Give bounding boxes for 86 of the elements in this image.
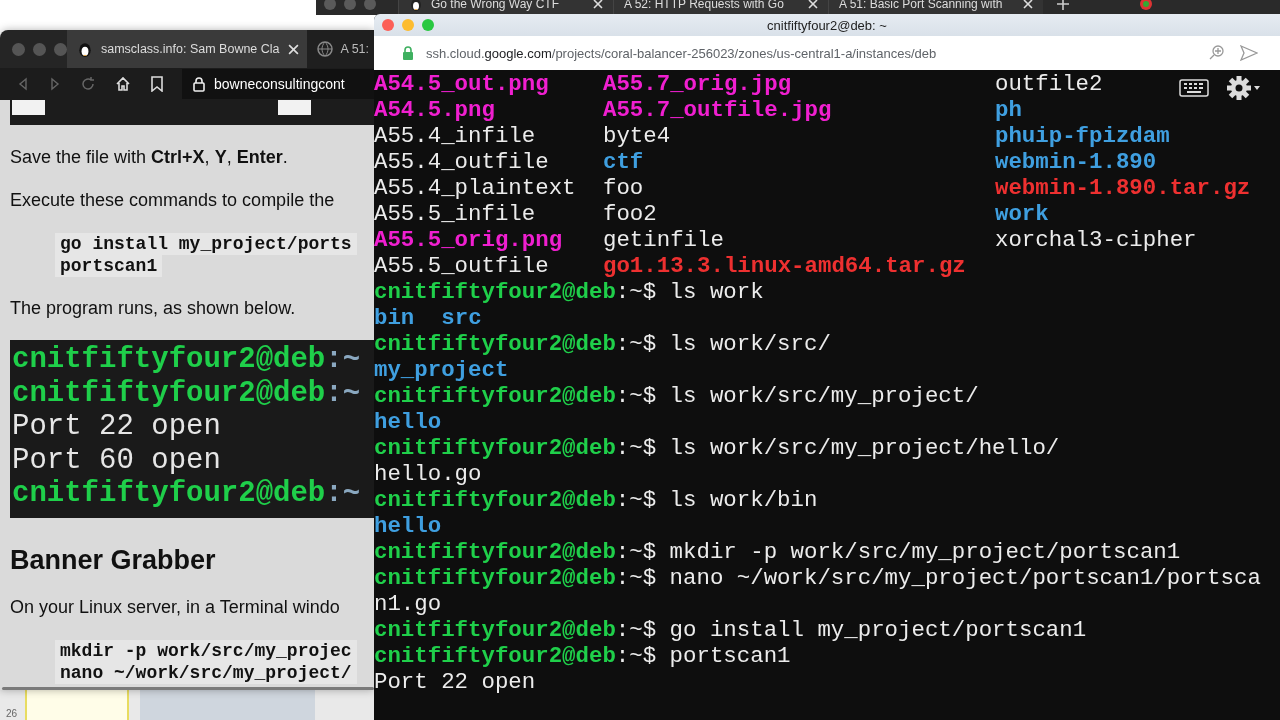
file-name: outfile2 bbox=[995, 71, 1103, 97]
command-line: cnitfiftyfour2@deb:~$ ls work/src/my_project/ bbox=[374, 383, 980, 409]
window-control[interactable] bbox=[364, 0, 376, 10]
close-icon[interactable] bbox=[593, 0, 603, 9]
output-text: hello bbox=[374, 409, 442, 435]
address-bar[interactable]: bowneconsultingcont bbox=[182, 69, 374, 99]
output-text: my_project bbox=[374, 357, 509, 383]
file-name: A55.7_outfile.jpg bbox=[603, 97, 832, 123]
tab-title: A 52: HTTP Requests with Go bbox=[624, 0, 785, 11]
file-name: go1.13.3.linux-amd64.tar.gz bbox=[603, 253, 966, 279]
file-name: A55.5_outfile bbox=[374, 253, 549, 279]
output-text: Port 22 open bbox=[374, 669, 536, 695]
file-name: A55.5_orig.png bbox=[374, 227, 563, 253]
browser-tab[interactable]: samsclass.info: Sam Bowne Cla bbox=[67, 30, 307, 68]
close-icon[interactable] bbox=[287, 43, 299, 55]
back-icon[interactable] bbox=[16, 77, 30, 91]
reload-icon[interactable] bbox=[80, 76, 96, 92]
output-text: hello.go bbox=[374, 461, 482, 487]
file-name: xorchal3-cipher bbox=[995, 227, 1197, 253]
file-name: A55.4_plaintext bbox=[374, 175, 576, 201]
close-icon[interactable] bbox=[808, 0, 818, 9]
command-line: cnitfiftyfour2@deb:~$ ls work bbox=[374, 279, 765, 305]
output-text: src bbox=[441, 305, 482, 331]
bookmark-icon[interactable] bbox=[150, 76, 164, 92]
lock-icon bbox=[192, 76, 206, 92]
command-line: cnitfiftyfour2@deb:~$ mkdir -p work/src/my_project/portscan1 bbox=[374, 539, 1182, 565]
file-name: foo bbox=[603, 175, 644, 201]
tab-title: A 51: Basic Port Scanning with bbox=[839, 0, 1004, 11]
close-button[interactable] bbox=[382, 19, 394, 31]
window-control[interactable] bbox=[54, 42, 67, 56]
page-number: 26 bbox=[6, 708, 18, 719]
output-text: hello bbox=[374, 513, 442, 539]
penguin-icon bbox=[409, 0, 423, 11]
lock-icon bbox=[402, 46, 414, 60]
file-name: A55.4_outfile bbox=[374, 149, 549, 175]
command-line: cnitfiftyfour2@deb:~$ ls work/src/ bbox=[374, 331, 832, 357]
home-icon[interactable] bbox=[114, 75, 132, 93]
window-control[interactable] bbox=[12, 42, 25, 56]
penguin-icon bbox=[77, 41, 93, 57]
prompt-line: cnitfiftyfour2@deb:~ bbox=[12, 343, 362, 377]
file-name: phuip-fpizdam bbox=[995, 123, 1170, 149]
file-name: A55.4_infile bbox=[374, 123, 536, 149]
window-control[interactable] bbox=[324, 0, 336, 10]
file-name: ctf bbox=[603, 149, 644, 175]
tab-title: Go the Wrong Way CTF bbox=[431, 0, 561, 11]
paragraph: The program runs, as shown below. bbox=[10, 297, 297, 320]
zoom-icon[interactable] bbox=[1208, 44, 1226, 62]
prompt-line: cnitfiftyfour2@deb:~ bbox=[12, 477, 362, 511]
close-icon[interactable] bbox=[1023, 0, 1033, 9]
command-line: cnitfiftyfour2@deb:~$ portscan1 bbox=[374, 643, 792, 669]
browser-tab[interactable]: A 51: bbox=[306, 30, 374, 68]
zoom-button[interactable] bbox=[422, 19, 434, 31]
file-name: A54.5_out.png bbox=[374, 71, 549, 97]
file-name: getinfile bbox=[603, 227, 724, 253]
file-name: foo2 bbox=[603, 201, 657, 227]
section-heading: Banner Grabber bbox=[10, 544, 217, 576]
file-name: work bbox=[995, 201, 1049, 227]
window-control[interactable] bbox=[33, 42, 46, 56]
globe-icon bbox=[316, 41, 333, 57]
output-text: bin bbox=[374, 305, 415, 331]
output-line: Port 22 open bbox=[12, 410, 222, 444]
window-title: cnitfiftyfour2@deb: ~ bbox=[767, 17, 887, 33]
scrollbar[interactable] bbox=[2, 687, 374, 690]
window-control[interactable] bbox=[344, 0, 356, 10]
file-name: A55.5_infile bbox=[374, 201, 536, 227]
new-tab-icon[interactable] bbox=[1057, 0, 1069, 10]
paragraph: Execute these commands to compile the bbox=[10, 189, 336, 212]
paragraph: On your Linux server, in a Terminal windo bbox=[10, 596, 341, 619]
send-icon[interactable] bbox=[1240, 45, 1258, 61]
command-line: cnitfiftyfour2@deb:~$ go install my_project/portscan1 bbox=[374, 617, 1088, 643]
file-name: A54.5.png bbox=[374, 97, 495, 123]
paragraph: Save the file with Ctrl+X, Y, Enter. bbox=[10, 146, 289, 169]
command-line: cnitfiftyfour2@deb:~$ ls work/src/my_project/hello/ bbox=[374, 435, 1061, 461]
file-name: A55.7_orig.jpg bbox=[603, 71, 792, 97]
output-text: n1.go bbox=[374, 591, 442, 617]
prompt-line: cnitfiftyfour2@deb:~ bbox=[12, 376, 362, 411]
output-line: Port 60 open bbox=[12, 443, 222, 478]
command-line: cnitfiftyfour2@deb:~$ ls work/bin bbox=[374, 487, 819, 513]
command-line: cnitfiftyfour2@deb:~$ nano ~/work/src/my_project/portscan1/portsca bbox=[374, 565, 1262, 591]
keyboard-icon[interactable] bbox=[1179, 79, 1209, 97]
file-name: ph bbox=[995, 97, 1022, 123]
extension-icon[interactable] bbox=[1139, 0, 1153, 11]
settings-icon[interactable] bbox=[1227, 75, 1261, 101]
file-name: webmin-1.890.tar.gz bbox=[995, 175, 1251, 201]
file-name: webmin-1.890 bbox=[995, 149, 1157, 175]
file-name: byte4 bbox=[603, 123, 671, 149]
